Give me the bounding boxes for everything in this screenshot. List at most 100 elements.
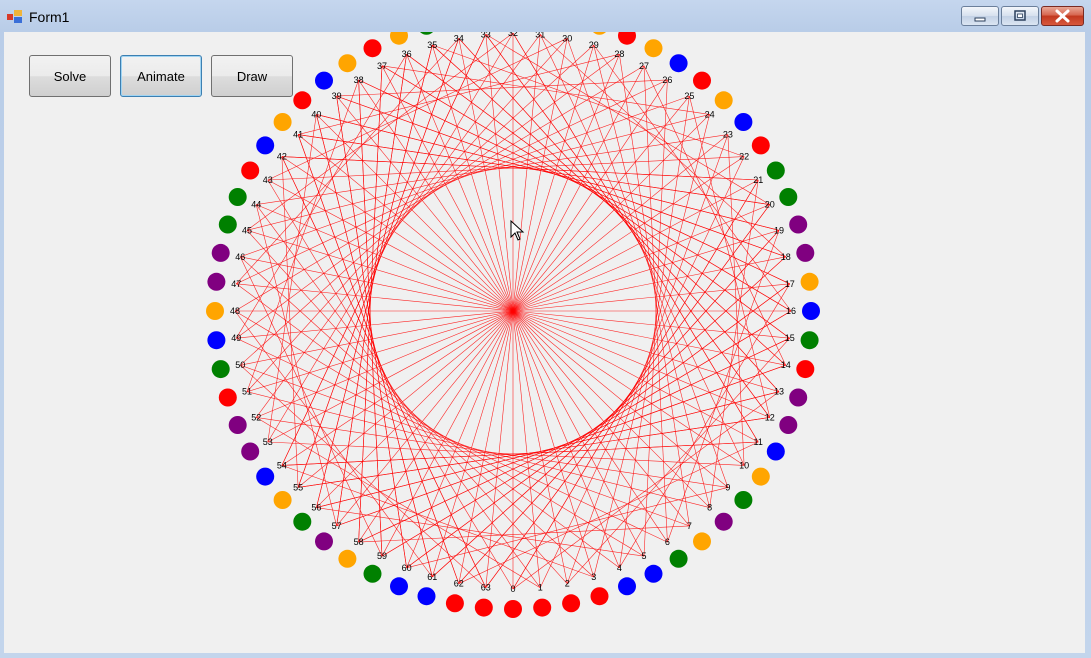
title-bar[interactable]: Form1 xyxy=(0,0,1091,32)
connection-line-chord-68 xyxy=(298,134,770,205)
connection-line-chord-37 xyxy=(566,38,729,488)
window-title: Form1 xyxy=(29,9,70,25)
connection-line-spoke-21 xyxy=(512,179,759,312)
maximize-icon xyxy=(1014,10,1026,21)
node-dot-35 xyxy=(419,32,434,35)
connection-line-chord-85 xyxy=(336,364,786,527)
connection-line-spoke-31 xyxy=(512,34,541,312)
connection-line-chord-34 xyxy=(539,34,745,466)
node-label-15: 15 xyxy=(785,333,795,343)
node-label-27: 27 xyxy=(639,61,649,71)
node-label-39: 39 xyxy=(332,91,342,101)
node-label-57: 57 xyxy=(332,521,342,531)
connection-line-skip-4 xyxy=(619,283,790,568)
minimize-button[interactable] xyxy=(961,6,999,26)
node-label-26: 26 xyxy=(662,75,672,85)
node-dot-11 xyxy=(766,442,785,461)
connection-line-chord-58 xyxy=(566,134,729,584)
node-dot-4 xyxy=(618,577,636,596)
node-label-54: 54 xyxy=(277,460,287,470)
connection-line-chord-74 xyxy=(336,95,786,258)
connection-line-chord-83 xyxy=(406,53,790,339)
node-dot-18 xyxy=(796,243,815,262)
connection-line-chord-93 xyxy=(281,34,487,466)
connection-line-spoke-43 xyxy=(267,179,514,312)
draw-button[interactable]: Draw xyxy=(211,55,293,97)
node-label-16: 16 xyxy=(786,306,796,316)
node-dot-57 xyxy=(315,532,333,551)
connection-line-chord-57 xyxy=(246,230,568,584)
connection-line-chord-90 xyxy=(297,38,460,488)
node-dot-51 xyxy=(218,388,237,407)
connection-line-chord-75 xyxy=(336,96,407,568)
node-dot-43 xyxy=(241,161,260,180)
node-label-10: 10 xyxy=(739,460,749,470)
node-label-6: 6 xyxy=(665,537,670,547)
node-dot-29 xyxy=(592,32,607,35)
node-dot-6 xyxy=(669,549,688,568)
node-dot-10 xyxy=(751,467,770,486)
node-dot-1 xyxy=(533,598,552,617)
node-label-47: 47 xyxy=(231,279,241,289)
connection-line-chord-67 xyxy=(485,204,771,588)
node-dot-37 xyxy=(363,39,382,58)
connection-line-chord-77 xyxy=(358,79,790,285)
node-label-20: 20 xyxy=(765,200,775,210)
solve-button[interactable]: Solve xyxy=(29,55,111,97)
node-label-51: 51 xyxy=(242,387,252,397)
node-dot-50 xyxy=(211,360,230,379)
node-label-14: 14 xyxy=(781,360,791,370)
drawing-canvas: 0 1 23456789101112131415161718192021222324… xyxy=(206,32,820,618)
connection-line-skip-20 xyxy=(485,34,770,205)
close-button[interactable] xyxy=(1041,6,1084,26)
node-dot-39 xyxy=(315,71,333,90)
node-label-28: 28 xyxy=(614,49,624,59)
node-label-42: 42 xyxy=(277,152,287,162)
node-dot-63 xyxy=(474,598,493,617)
connection-line-chord-50 xyxy=(236,79,668,285)
node-label-25: 25 xyxy=(684,91,694,101)
connection-line-chord-52 xyxy=(619,96,690,568)
node-dot-17 xyxy=(800,272,819,291)
node-dot-42 xyxy=(256,136,275,155)
connection-line-spoke-49 xyxy=(236,310,514,339)
app-window: Form1 0 1 2 3 4 5 6 7 8 9 10 11 12 13 14 15 16 17 18 19 20 21… xyxy=(0,0,1091,658)
node-label-22: 22 xyxy=(739,152,749,162)
node-dot-52 xyxy=(228,416,247,434)
node-dot-24 xyxy=(714,91,733,110)
node-label-48: 48 xyxy=(230,306,240,316)
node-label-37: 37 xyxy=(377,61,387,71)
node-label-4: 4 xyxy=(617,563,622,573)
connection-line-chord-70 xyxy=(458,230,780,584)
node-label-29: 29 xyxy=(589,40,599,50)
node-label-53: 53 xyxy=(263,437,273,447)
connection-line-chord-69 xyxy=(297,134,460,584)
form-client-area: 0 1 2 3 4 5 6 7 8 9 10 11 12 13 14 15 16 17 18 19 20 21 22 23 24… xyxy=(4,32,1085,653)
node-dot-45 xyxy=(218,215,237,234)
node-dot-3 xyxy=(590,587,609,606)
node-label-59: 59 xyxy=(377,551,387,561)
connection-line-spoke-5 xyxy=(512,310,645,557)
node-dot-61 xyxy=(417,587,436,606)
node-label-30: 30 xyxy=(562,33,572,43)
connection-line-chord-59 xyxy=(256,134,728,205)
node-label-35: 35 xyxy=(427,40,437,50)
connection-line-chord-38 xyxy=(246,38,568,392)
node-label-11: 11 xyxy=(754,437,763,447)
node-dot-7 xyxy=(693,532,711,551)
connection-line-skip-14 xyxy=(643,65,786,366)
node-label-3: 3 xyxy=(591,572,596,582)
node-dot-21 xyxy=(766,161,785,180)
node-dot-26 xyxy=(669,54,688,73)
node-label-62: 62 xyxy=(454,579,464,589)
node-dot-27 xyxy=(644,39,663,58)
connection-line-spoke-15 xyxy=(512,310,790,339)
connection-line-spoke-24 xyxy=(512,114,710,312)
node-dot-23 xyxy=(734,113,753,131)
animate-button[interactable]: Animate xyxy=(120,55,202,97)
node-label-18: 18 xyxy=(781,252,791,262)
maximize-button[interactable] xyxy=(1001,6,1039,26)
connection-line-chord-76 xyxy=(406,283,790,569)
node-label-44: 44 xyxy=(251,200,261,210)
connection-line-skip-2 xyxy=(566,337,790,584)
